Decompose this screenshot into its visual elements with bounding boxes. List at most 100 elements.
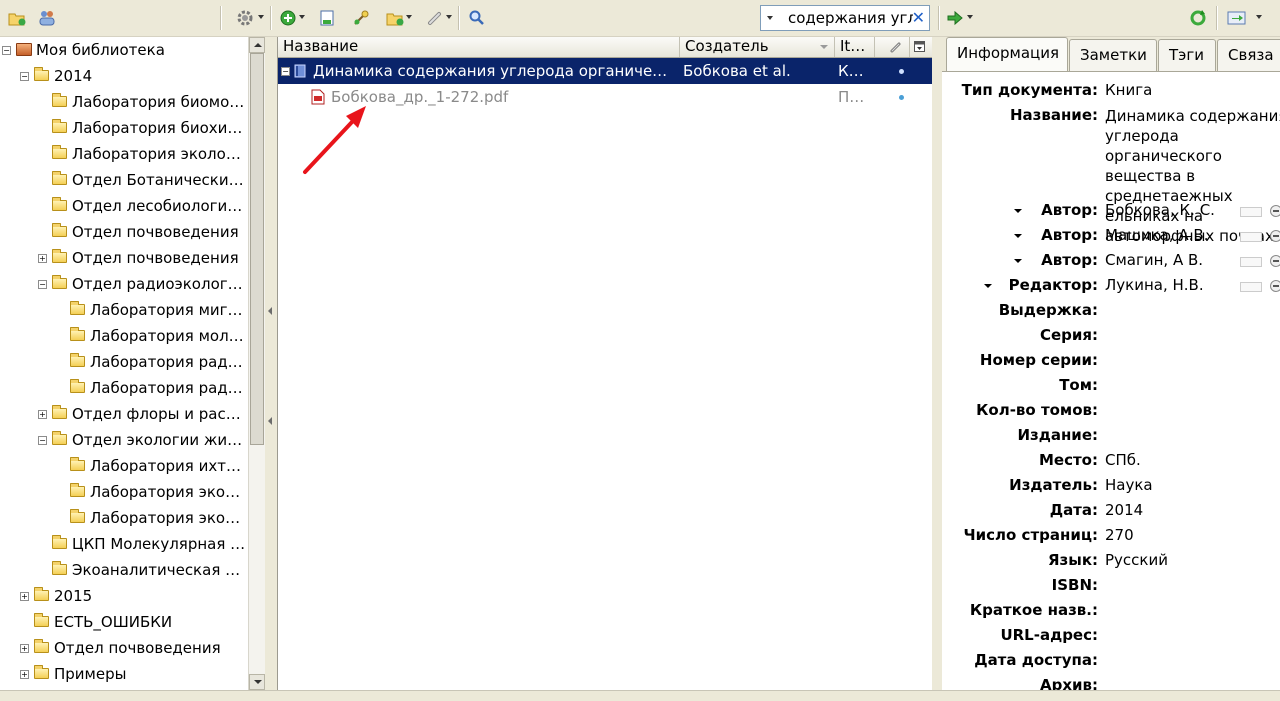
collapse-icon[interactable]: − xyxy=(2,46,11,55)
remove-creator-icon[interactable] xyxy=(1270,255,1280,267)
tree-collection-item[interactable]: Лаборатория рад… xyxy=(0,375,248,401)
tree-collection-item[interactable]: Экоаналитическая л… xyxy=(0,557,248,583)
column-creator[interactable]: Создатель xyxy=(680,37,835,57)
creator-name[interactable]: Бобкова, К. С. xyxy=(1105,201,1215,219)
new-collection-icon[interactable] xyxy=(6,8,28,28)
creator-role-label[interactable]: Автор: xyxy=(1041,226,1098,244)
creator-type-dropdown-icon[interactable] xyxy=(1014,234,1022,238)
new-item-icon[interactable] xyxy=(277,8,299,28)
tree-collection-item[interactable]: Отдел почвоведения xyxy=(0,219,248,245)
field-item-type[interactable]: Книга xyxy=(1105,81,1152,99)
tree-collection-item[interactable]: Отдел Ботанически… xyxy=(0,167,248,193)
collapse-icon[interactable]: − xyxy=(38,436,47,445)
tree-collection-item[interactable]: Лаборатория эколог… xyxy=(0,141,248,167)
tree-collection-item[interactable]: +2015 xyxy=(0,583,248,609)
column-attachments[interactable] xyxy=(875,37,910,57)
column-title[interactable]: Название xyxy=(278,37,680,57)
tab-related[interactable]: Связа xyxy=(1217,39,1280,71)
attachment-dot-icon[interactable] xyxy=(899,95,904,100)
tab-info[interactable]: Информация xyxy=(946,37,1068,71)
column-picker[interactable] xyxy=(910,37,932,57)
creator-type-dropdown-icon[interactable] xyxy=(1014,259,1022,263)
tree-collection-item[interactable]: − Отдел радиоэкологии xyxy=(0,271,248,297)
remove-creator-icon[interactable] xyxy=(1270,205,1280,217)
field-value[interactable]: Наука xyxy=(1105,476,1255,496)
field-value[interactable] xyxy=(1105,426,1255,446)
creator-name[interactable]: Машика, А.В. xyxy=(1105,226,1208,244)
clear-search-icon[interactable]: ✕ xyxy=(912,8,925,27)
tree-collection-item[interactable]: − 2014 xyxy=(0,63,248,89)
locate-arrow-icon[interactable] xyxy=(944,8,966,28)
field-value[interactable] xyxy=(1105,626,1255,646)
remove-creator-icon[interactable] xyxy=(1270,230,1280,242)
expand-icon[interactable]: + xyxy=(38,410,47,419)
tree-collection-item[interactable]: Лаборатория ихти… xyxy=(0,453,248,479)
field-value[interactable] xyxy=(1105,651,1255,671)
creator-name[interactable]: Смагин, А В. xyxy=(1105,251,1203,269)
tree-collection-item[interactable]: Лаборатория биохим… xyxy=(0,115,248,141)
field-value[interactable] xyxy=(1105,351,1255,371)
fullscreen-icon[interactable] xyxy=(1226,8,1248,28)
expand-icon[interactable]: + xyxy=(20,670,29,679)
tree-collection-item[interactable]: + Отдел почвоведения xyxy=(0,635,248,661)
tree-root[interactable]: − Моя библиотека xyxy=(0,37,248,63)
actions-gear-icon[interactable] xyxy=(234,8,256,28)
switch-name-mode-button[interactable] xyxy=(1240,207,1262,217)
scrollbar-thumb[interactable] xyxy=(250,53,264,445)
new-group-icon[interactable] xyxy=(36,8,58,28)
switch-name-mode-button[interactable] xyxy=(1240,232,1262,242)
tree-collection-item[interactable]: Лаборатория рад… xyxy=(0,349,248,375)
collapse-icon[interactable]: − xyxy=(38,280,47,289)
field-value[interactable]: 2014 xyxy=(1105,501,1255,521)
column-item-type[interactable]: It… xyxy=(835,37,875,57)
tab-tags[interactable]: Тэги xyxy=(1158,39,1216,71)
search-mode-dropdown-icon[interactable] xyxy=(767,16,773,20)
remove-creator-icon[interactable] xyxy=(1270,280,1280,292)
creator-name[interactable]: Лукина, Н.В. xyxy=(1105,276,1204,294)
creator-type-dropdown-icon[interactable] xyxy=(1014,209,1022,213)
right-splitter[interactable] xyxy=(932,37,942,690)
creator-role-label[interactable]: Автор: xyxy=(1041,201,1098,219)
field-value[interactable] xyxy=(1105,601,1255,621)
field-value[interactable]: Русский xyxy=(1105,551,1255,571)
tree-collection-item[interactable]: Отдел лесобиологи… xyxy=(0,193,248,219)
tab-notes[interactable]: Заметки xyxy=(1069,39,1157,71)
left-splitter[interactable] xyxy=(265,37,275,690)
field-value[interactable] xyxy=(1105,376,1255,396)
field-value[interactable] xyxy=(1105,326,1255,346)
tree-collection-item[interactable]: + Отдел почвоведения xyxy=(0,245,248,271)
scroll-up-arrow[interactable] xyxy=(249,37,265,53)
field-value[interactable] xyxy=(1105,301,1255,321)
new-note-icon[interactable] xyxy=(316,8,338,28)
tree-collection-item[interactable]: Лаборатория экол… xyxy=(0,479,248,505)
tree-collection-item[interactable]: + Отдел флоры и рас… xyxy=(0,401,248,427)
advanced-search-icon[interactable] xyxy=(466,8,488,28)
creator-role-label[interactable]: Редактор: xyxy=(1009,276,1098,294)
attachment-dot-icon[interactable] xyxy=(899,69,904,74)
sync-icon[interactable] xyxy=(1187,8,1209,28)
creator-role-label[interactable]: Автор: xyxy=(1041,251,1098,269)
tree-collection-item[interactable]: Лаборатория биомо… xyxy=(0,89,248,115)
attach-link-icon[interactable] xyxy=(424,8,446,28)
expand-icon[interactable]: + xyxy=(20,644,29,653)
search-input[interactable]: содержания угл xyxy=(788,9,913,27)
tree-collection-item[interactable]: − Отдел экологии жив… xyxy=(0,427,248,453)
add-by-identifier-icon[interactable] xyxy=(350,8,372,28)
tree-collection-item[interactable]: ЕСТЬ_ОШИБКИ xyxy=(0,609,248,635)
field-value[interactable] xyxy=(1105,576,1255,596)
collapse-icon[interactable]: − xyxy=(20,72,29,81)
creator-type-dropdown-icon[interactable] xyxy=(984,284,992,288)
item-row-book[interactable]: − Динамика содержания углерода органичес… xyxy=(278,58,932,84)
tree-collection-item[interactable]: Лаборатория экол… xyxy=(0,505,248,531)
field-value[interactable] xyxy=(1105,401,1255,421)
field-value[interactable]: СПб. xyxy=(1105,451,1255,471)
switch-name-mode-button[interactable] xyxy=(1240,257,1262,267)
tree-scrollbar[interactable] xyxy=(248,37,265,690)
search-field[interactable]: содержания угл ✕ xyxy=(760,5,930,31)
field-value[interactable]: 270 xyxy=(1105,526,1255,546)
add-attachment-icon[interactable] xyxy=(384,8,406,28)
expand-icon[interactable]: + xyxy=(38,254,47,263)
scroll-down-arrow[interactable] xyxy=(249,674,265,690)
switch-name-mode-button[interactable] xyxy=(1240,282,1262,292)
tree-collection-item[interactable]: + Примеры xyxy=(0,661,248,687)
